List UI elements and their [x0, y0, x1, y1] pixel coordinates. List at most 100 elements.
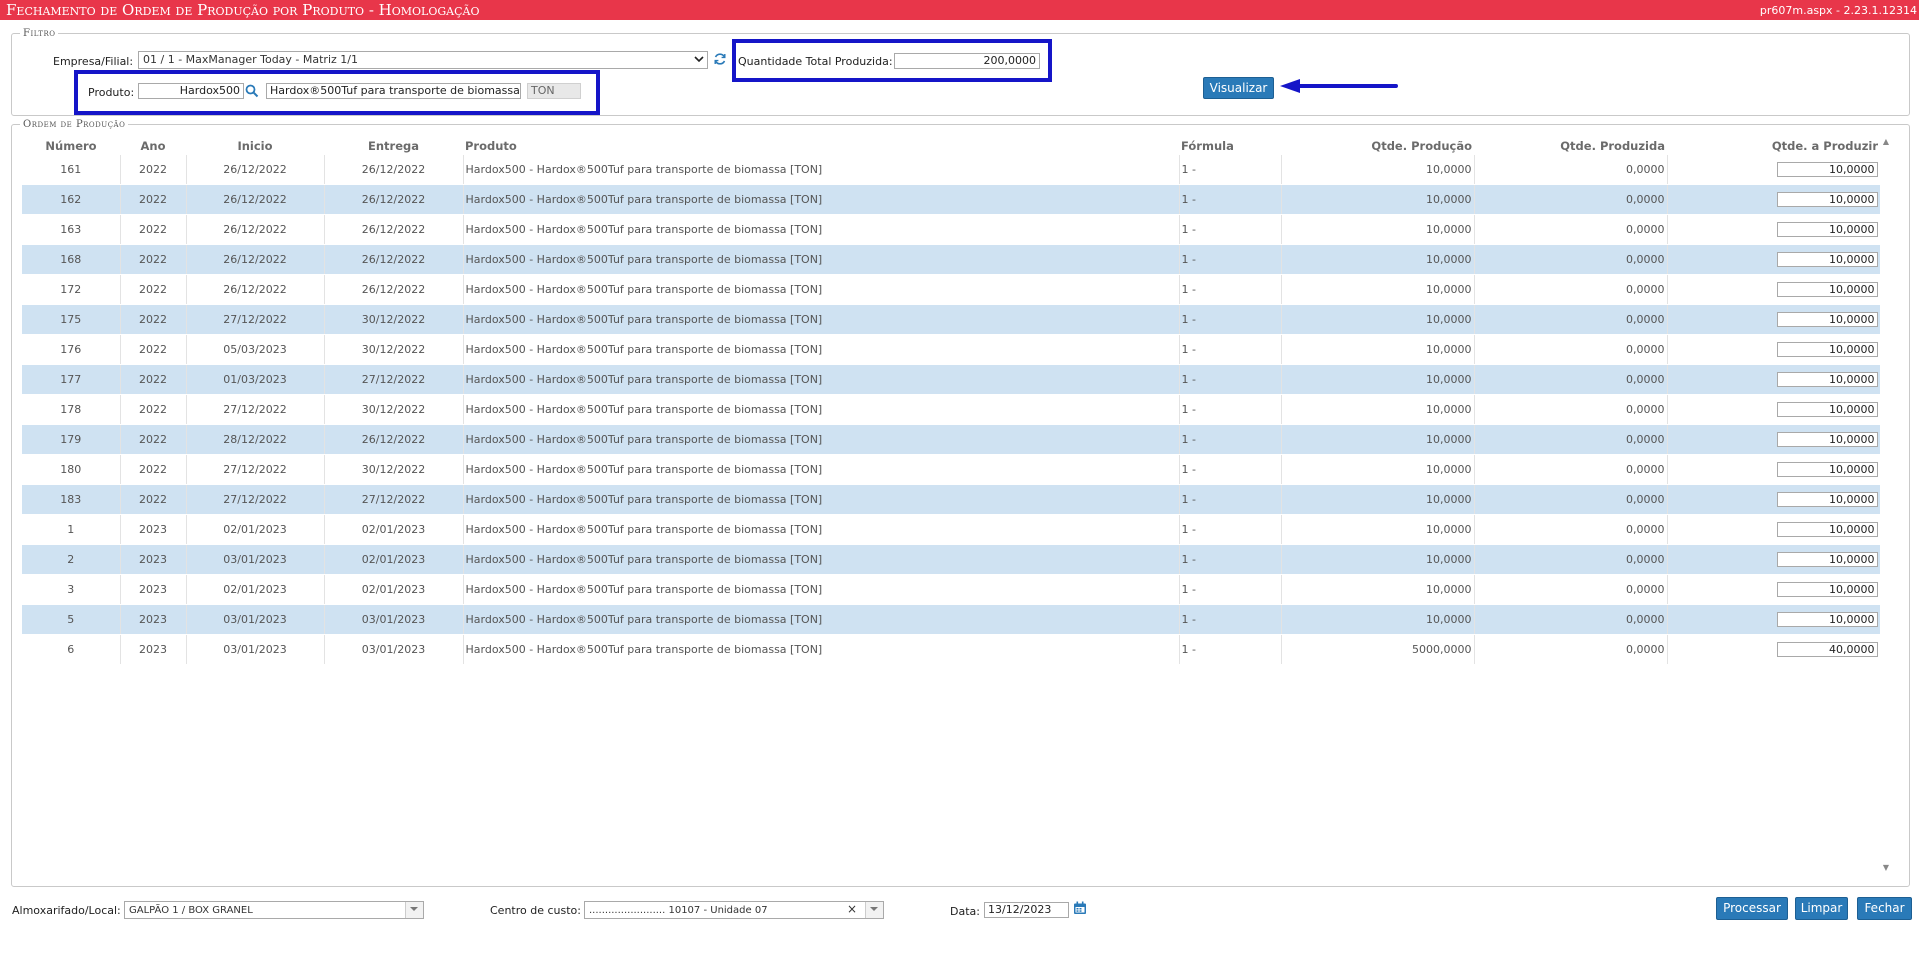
centro-select[interactable]: ........................ 10107 - Unidade…: [584, 901, 884, 919]
qtd-produzir-input[interactable]: 10,0000: [1776, 192, 1878, 207]
col-ano[interactable]: Ano: [120, 137, 186, 155]
empresa-select[interactable]: 01 / 1 - MaxManager Today - Matriz 1/1: [138, 51, 708, 69]
cell-entrega: 26/12/2022: [324, 244, 464, 275]
cell-numero: 176: [22, 334, 121, 365]
cell-numero: 168: [22, 244, 121, 275]
cell-entrega: 26/12/2022: [324, 184, 464, 215]
qtd-produzir-input[interactable]: 40,0000: [1776, 642, 1878, 657]
produto-desc-input[interactable]: Hardox®500Tuf para transporte de biomass…: [266, 83, 521, 99]
col-inicio[interactable]: Inicio: [186, 137, 324, 155]
quantidade-total-input[interactable]: 200,0000: [894, 53, 1040, 69]
cell-inicio: 26/12/2022: [186, 214, 325, 245]
qtd-produzir-input[interactable]: 10,0000: [1776, 612, 1878, 627]
almox-select[interactable]: GALPÃO 1 / BOX GRANEL: [124, 901, 424, 919]
col-produto[interactable]: Produto: [463, 137, 1179, 155]
table-row[interactable]: 5 2023 03/01/2023 03/01/2023 Hardox500 - Har…: [22, 604, 1880, 635]
processar-button[interactable]: Processar: [1716, 897, 1788, 920]
qtd-produzir-input[interactable]: 10,0000: [1776, 312, 1878, 327]
table-row[interactable]: 177 2022 01/03/2023 27/12/2022 Hardox500 - H…: [22, 364, 1880, 395]
cell-numero: 178: [22, 394, 121, 425]
cell-ano: 2022: [120, 214, 187, 245]
col-qtd-produzir[interactable]: Qtde. a Produzir: [1667, 137, 1880, 155]
clear-icon[interactable]: ×: [847, 902, 857, 916]
cell-numero: 5: [22, 604, 121, 635]
cell-ano: 2023: [120, 574, 187, 605]
cell-qtd-producao: 10,0000: [1281, 304, 1475, 335]
col-qtd-producao[interactable]: Qtde. Produção: [1281, 137, 1474, 155]
scroll-down-icon[interactable]: ▼: [1880, 863, 1892, 872]
cell-produto: Hardox500 - Hardox®500Tuf para transport…: [463, 334, 1180, 365]
cell-qtd-produzida: 0,0000: [1474, 214, 1668, 245]
visualizar-button[interactable]: Visualizar: [1203, 77, 1274, 99]
qtd-produzir-input[interactable]: 10,0000: [1776, 372, 1878, 387]
table-row[interactable]: 180 2022 27/12/2022 30/12/2022 Hardox500 - H…: [22, 454, 1880, 485]
cell-qtd-produzida: 0,0000: [1474, 424, 1668, 455]
cell-qtd-produzir: 10,0000: [1667, 454, 1880, 485]
cell-qtd-produzida: 0,0000: [1474, 394, 1668, 425]
table-row[interactable]: 3 2023 02/01/2023 02/01/2023 Hardox500 - Har…: [22, 574, 1880, 605]
cell-ano: 2023: [120, 514, 187, 545]
qtd-produzir-input[interactable]: 10,0000: [1776, 222, 1878, 237]
qtd-produzir-input[interactable]: 10,0000: [1776, 462, 1878, 477]
cell-numero: 183: [22, 484, 121, 515]
produto-label: Produto:: [88, 86, 135, 99]
cell-numero: 163: [22, 214, 121, 245]
cell-ano: 2023: [120, 634, 187, 665]
cell-qtd-produzida: 0,0000: [1474, 634, 1668, 665]
table-row[interactable]: 172 2022 26/12/2022 26/12/2022 Hardox500 - H…: [22, 274, 1880, 305]
empresa-label: Empresa/Filial:: [53, 55, 134, 68]
limpar-button[interactable]: Limpar: [1795, 897, 1848, 920]
produto-code-input[interactable]: Hardox500: [138, 83, 244, 99]
cell-numero: 180: [22, 454, 121, 485]
qtd-produzir-input[interactable]: 10,0000: [1776, 492, 1878, 507]
cell-ano: 2022: [120, 155, 187, 185]
refresh-icon[interactable]: [713, 52, 727, 69]
cell-qtd-produzir: 10,0000: [1667, 214, 1880, 245]
cell-qtd-produzida: 0,0000: [1474, 484, 1668, 515]
col-numero[interactable]: Número: [22, 137, 120, 155]
cell-formula: 1 -: [1179, 364, 1282, 395]
table-row[interactable]: 179 2022 28/12/2022 26/12/2022 Hardox500 - H…: [22, 424, 1880, 455]
col-formula[interactable]: Fórmula: [1179, 137, 1281, 155]
qtd-produzir-input[interactable]: 10,0000: [1776, 552, 1878, 567]
search-icon[interactable]: [245, 84, 259, 101]
table-row[interactable]: 175 2022 27/12/2022 30/12/2022 Hardox500 - H…: [22, 304, 1880, 335]
cell-produto: Hardox500 - Hardox®500Tuf para transport…: [463, 484, 1180, 515]
chevron-down-icon[interactable]: [865, 902, 883, 918]
data-input[interactable]: 13/12/2023: [984, 902, 1069, 918]
table-row[interactable]: 162 2022 26/12/2022 26/12/2022 Hardox500 - H…: [22, 184, 1880, 215]
table-row[interactable]: 161 2022 26/12/2022 26/12/2022 Hardox500 - H…: [22, 155, 1880, 185]
table-row[interactable]: 168 2022 26/12/2022 26/12/2022 Hardox500 - H…: [22, 244, 1880, 275]
qtd-produzir-input[interactable]: 10,0000: [1776, 522, 1878, 537]
qtd-produzir-input[interactable]: 10,0000: [1776, 582, 1878, 597]
col-qtd-produzida[interactable]: Qtde. Produzida: [1474, 137, 1667, 155]
cell-qtd-producao: 10,0000: [1281, 424, 1475, 455]
qtd-produzir-input[interactable]: 10,0000: [1776, 252, 1878, 267]
table-row[interactable]: 6 2023 03/01/2023 03/01/2023 Hardox500 - Har…: [22, 634, 1880, 665]
grid-scrollbar[interactable]: ▲ ▼: [1880, 137, 1892, 877]
calendar-icon[interactable]: [1073, 901, 1087, 915]
table-row[interactable]: 2 2023 03/01/2023 02/01/2023 Hardox500 - Har…: [22, 544, 1880, 575]
qtd-produzir-input[interactable]: 10,0000: [1776, 402, 1878, 417]
table-row[interactable]: 183 2022 27/12/2022 27/12/2022 Hardox500 - H…: [22, 484, 1880, 515]
scroll-up-icon[interactable]: ▲: [1880, 137, 1892, 146]
cell-produto: Hardox500 - Hardox®500Tuf para transport…: [463, 274, 1180, 305]
col-entrega[interactable]: Entrega: [324, 137, 463, 155]
table-row[interactable]: 163 2022 26/12/2022 26/12/2022 Hardox500 - H…: [22, 214, 1880, 245]
table-row[interactable]: 176 2022 05/03/2023 30/12/2022 Hardox500 - H…: [22, 334, 1880, 365]
fechar-button[interactable]: Fechar: [1857, 897, 1912, 920]
table-row[interactable]: 1 2023 02/01/2023 02/01/2023 Hardox500 - Har…: [22, 514, 1880, 545]
qtd-produzir-input[interactable]: 10,0000: [1776, 432, 1878, 447]
cell-entrega: 26/12/2022: [324, 274, 464, 305]
cell-qtd-produzir: 10,0000: [1667, 244, 1880, 275]
qtd-produzir-input[interactable]: 10,0000: [1776, 282, 1878, 297]
qtd-produzir-input[interactable]: 10,0000: [1776, 342, 1878, 357]
cell-entrega: 30/12/2022: [324, 454, 464, 485]
cell-produto: Hardox500 - Hardox®500Tuf para transport…: [463, 364, 1180, 395]
table-row[interactable]: 178 2022 27/12/2022 30/12/2022 Hardox500 - H…: [22, 394, 1880, 425]
produto-unit-field: TON: [527, 83, 581, 99]
cell-qtd-producao: 10,0000: [1281, 544, 1475, 575]
cell-inicio: 03/01/2023: [186, 634, 325, 665]
chevron-down-icon[interactable]: [405, 902, 423, 918]
qtd-produzir-input[interactable]: 10,0000: [1776, 162, 1878, 177]
